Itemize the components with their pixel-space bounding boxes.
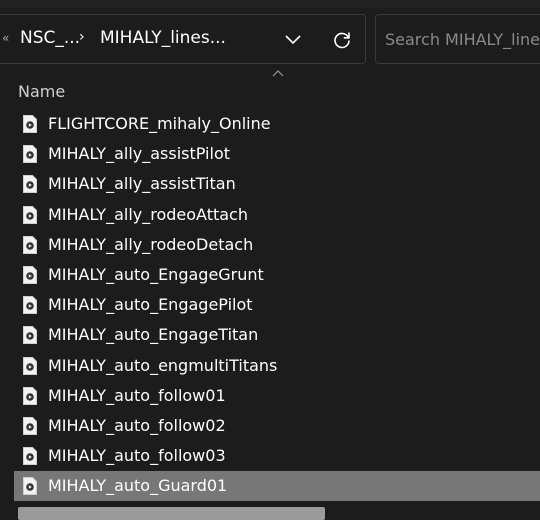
window-top-strip (0, 0, 540, 8)
file-row[interactable]: FLIGHTCORE_mihaly_Online (14, 109, 540, 139)
address-dropdown-button[interactable] (278, 25, 308, 55)
file-name: MIHALY_ally_rodeoAttach (48, 204, 248, 224)
refresh-icon (334, 32, 350, 49)
audio-file-icon (23, 205, 37, 224)
file-row[interactable]: MIHALY_auto_EngageGrunt (14, 260, 540, 290)
refresh-button[interactable] (327, 25, 357, 55)
audio-file-icon (23, 416, 37, 435)
file-row[interactable]: MIHALY_auto_EngageTitan (14, 320, 540, 350)
file-name: MIHALY_auto_Guard01 (48, 476, 228, 496)
address-bar[interactable]: « NSC_... › MIHALY_lines... (0, 14, 366, 64)
file-name: MIHALY_auto_EngagePilot (48, 295, 253, 315)
breadcrumb-overflow-button[interactable]: « (2, 31, 9, 45)
audio-file-icon (23, 145, 37, 164)
chevron-down-icon (285, 35, 301, 45)
file-name: MIHALY_ally_rodeoDetach (48, 234, 254, 254)
file-row-selected[interactable]: MIHALY_auto_Guard01 (14, 471, 540, 502)
file-name: MIHALY_auto_follow01 (48, 385, 226, 405)
breadcrumb-item-mihaly-lines[interactable]: MIHALY_lines... (100, 28, 226, 48)
file-row[interactable]: MIHALY_ally_assistPilot (14, 139, 540, 169)
file-name: MIHALY_auto_follow02 (48, 415, 226, 435)
file-list: FLIGHTCORE_mihaly_Online MIHALY_ally_ass… (14, 109, 540, 502)
audio-file-icon (23, 265, 37, 284)
file-row[interactable]: MIHALY_auto_engmultiTitans (14, 351, 540, 381)
file-name: MIHALY_auto_follow03 (48, 446, 226, 466)
file-name: MIHALY_ally_assistPilot (48, 144, 231, 164)
audio-file-icon (23, 386, 37, 405)
file-name: FLIGHTCORE_mihaly_Online (48, 114, 271, 133)
breadcrumb-item-nsc[interactable]: NSC_... (20, 28, 80, 48)
audio-file-icon (23, 175, 37, 194)
audio-file-icon (23, 296, 37, 315)
file-row[interactable]: MIHALY_ally_assistTitan (14, 169, 540, 199)
audio-file-icon (23, 235, 37, 254)
audio-file-icon (23, 447, 37, 466)
audio-file-icon (23, 477, 37, 496)
file-row[interactable]: MIHALY_auto_EngagePilot (14, 290, 540, 320)
file-row[interactable]: MIHALY_auto_follow02 (14, 411, 540, 441)
file-name: MIHALY_auto_EngageTitan (48, 325, 259, 345)
search-box[interactable] (375, 14, 540, 64)
file-row[interactable]: MIHALY_ally_rodeoAttach (14, 200, 540, 230)
file-row[interactable]: MIHALY_ally_rodeoDetach (14, 230, 540, 260)
horizontal-scrollbar-thumb[interactable] (18, 507, 325, 520)
file-row[interactable]: MIHALY_auto_follow01 (14, 381, 540, 411)
file-row[interactable]: MIHALY_auto_follow03 (14, 441, 540, 471)
file-name: MIHALY_auto_EngageGrunt (48, 264, 264, 284)
column-header-name[interactable]: Name (18, 82, 65, 101)
audio-file-icon (23, 356, 37, 375)
file-name: MIHALY_auto_engmultiTitans (48, 355, 278, 375)
audio-file-icon (23, 115, 37, 133)
file-name: MIHALY_ally_assistTitan (48, 174, 236, 194)
breadcrumb-separator[interactable]: › (79, 29, 85, 45)
sort-up-icon[interactable] (272, 68, 284, 78)
audio-file-icon (23, 326, 37, 345)
search-input[interactable] (385, 15, 540, 63)
